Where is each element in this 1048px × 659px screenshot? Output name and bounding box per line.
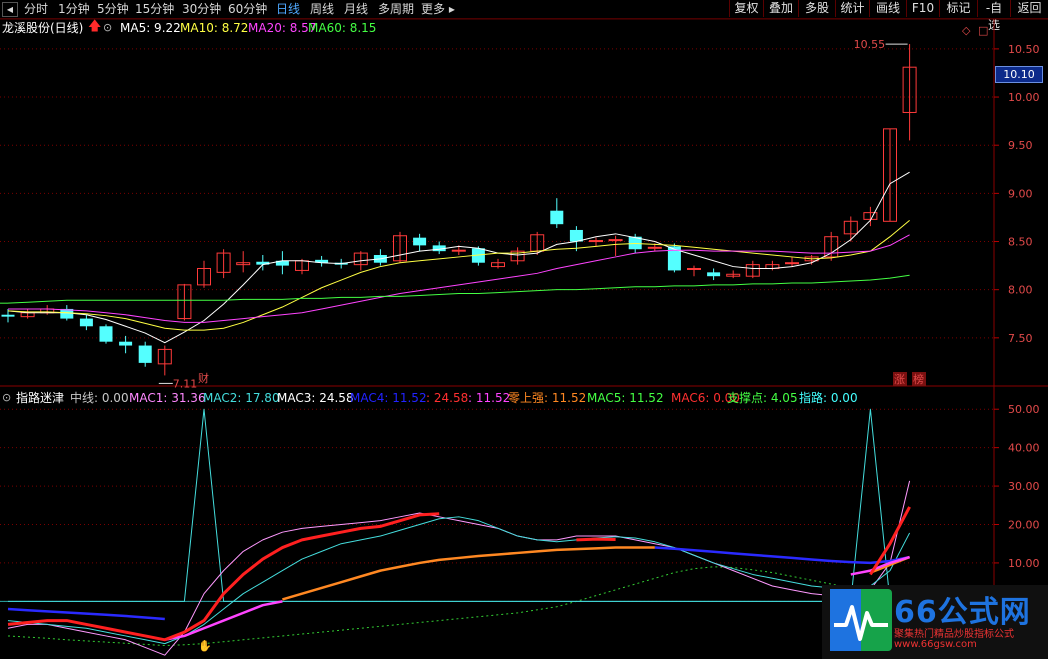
price-tick-label: 10.50 [1008, 43, 1040, 56]
indicator-label-8: MAC5: 11.52 [587, 391, 664, 405]
candle-body-down [1, 314, 15, 317]
ma-label-1: MA10: 8.72 [180, 21, 249, 35]
indicator-label-11: 指路: 0.00 [799, 391, 858, 405]
candle-body-up [589, 240, 603, 243]
candle-body-down [413, 237, 427, 246]
indicator-line-mac3 [576, 537, 616, 542]
ma-label-2: MA20: 8.57 [248, 21, 317, 35]
indicator-tick-label: 50.00 [1008, 403, 1040, 416]
ma-line-ma10 [7, 219, 910, 331]
stock-title: 龙溪股份(日线) [2, 21, 84, 35]
high-price-label: 10.55 [854, 38, 886, 51]
indicator-label-0: 中线: 0.00 [70, 391, 129, 405]
candle-body-down [550, 210, 564, 225]
price-tick-label: 9.50 [1008, 139, 1033, 152]
indicator-label-5: : 24.58 [426, 391, 469, 405]
indicator-line-spike [8, 408, 910, 602]
candle-body-down [79, 318, 93, 327]
candle-body-up [608, 239, 623, 242]
candle-body-up [451, 249, 466, 252]
price-tick-label: 8.50 [1008, 236, 1033, 249]
chart-canvas: 10.50 10.00 9.50 9.00 8.50 8.00 7.50 10.55 7.11 财… [0, 18, 1048, 659]
indicator-line-strong [282, 546, 655, 601]
up-arrow-icon: 🡅 [88, 19, 102, 34]
candle-body-up [647, 246, 662, 249]
ma-line-ma60 [7, 274, 910, 304]
indicator-label-3: MAC3: 24.58 [277, 391, 354, 405]
candle-body-down [99, 326, 113, 342]
indicator-line-mac1 [7, 480, 911, 656]
brand-url: www.66gsw.com [894, 639, 977, 650]
indicator-tick-label: 20.00 [1008, 519, 1040, 532]
square-icon: □ [978, 24, 988, 37]
candle-body-down [569, 229, 583, 242]
indicator-label-1: MAC1: 31.36 [129, 391, 206, 405]
collapse-indicator-icon[interactable]: ⊙ [2, 391, 11, 405]
price-tick-label: 10.00 [1008, 91, 1040, 104]
hand-cursor-icon: ✋ [198, 640, 212, 653]
indicator-tick-label: 30.00 [1008, 480, 1040, 493]
indicator-label-10: 支撑点: 4.05 [727, 391, 798, 405]
ma-label-3: MA60: 8.15 [308, 21, 377, 35]
indicator-line-mac2 [7, 516, 911, 645]
indicator-tick-label: 10.00 [1008, 557, 1040, 570]
candle-body-up [687, 267, 701, 270]
indicator-label-2: MAC2: 17.80 [203, 391, 280, 405]
settings-circle-icon[interactable]: ⊙ [103, 21, 112, 35]
price-tick-label: 8.00 [1008, 284, 1033, 297]
indicator-tick-label: 40.00 [1008, 442, 1040, 455]
candle-body-up [785, 262, 799, 265]
brand-slogan: 聚集热门精品炒股指标公式 [894, 629, 1014, 640]
indicator-label-4: MAC4: 11.52 [350, 391, 427, 405]
ma-label-0: MA5: 9.22 [120, 21, 181, 35]
badge-bang: 榜 [913, 372, 924, 386]
candle-body-down [707, 272, 721, 277]
indicator-line-mac4 [7, 607, 165, 621]
candle-body-down [119, 341, 133, 346]
current-price-tag: 10.10 [995, 66, 1043, 83]
candle-body-down [138, 345, 152, 363]
heartbeat-logo-icon [830, 589, 892, 651]
finance-badge: 财 [198, 371, 209, 385]
indicator-label-7: 零上强: 11.52 [508, 391, 587, 405]
indicator-title: 指路迷津 [16, 391, 65, 405]
low-price-label: 7.11 [173, 377, 198, 390]
indicator-label-6: : 11.52 [468, 391, 511, 405]
price-tick-label: 7.50 [1008, 332, 1033, 345]
diamond-icon: ◇ [962, 24, 971, 37]
price-tick-label: 9.00 [1008, 187, 1033, 200]
watermark-logo: 66公式网 聚集热门精品炒股指标公式 www.66gsw.com [822, 585, 1048, 659]
badge-zhang: 涨 [894, 373, 905, 386]
